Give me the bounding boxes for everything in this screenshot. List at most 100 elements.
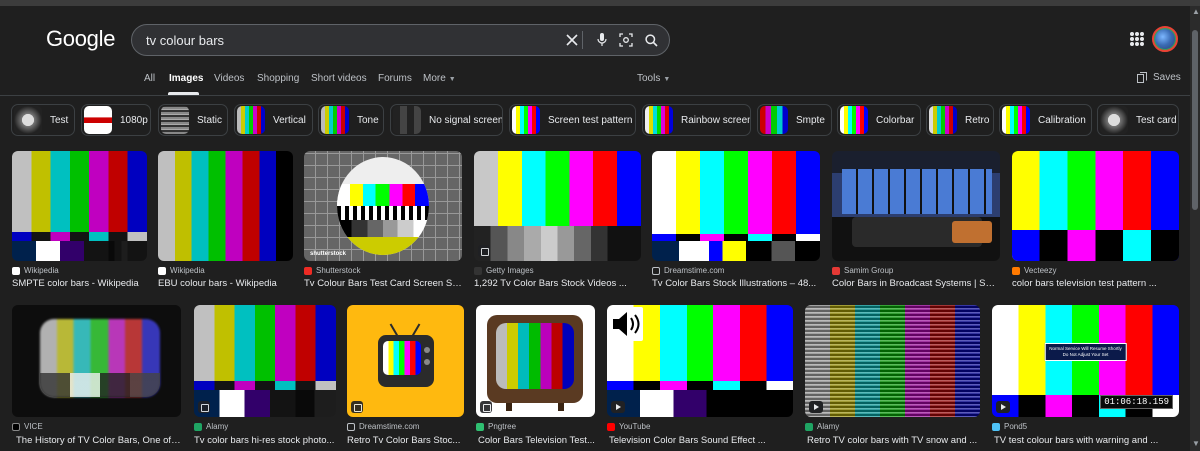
result-title[interactable]: Television Color Bars Sound Effect ...	[609, 435, 793, 446]
image-result[interactable]: Samim Group Color Bars in Broadcast Syst…	[832, 151, 1000, 291]
image-result[interactable]: YouTube Television Color Bars Sound Effe…	[607, 305, 793, 450]
page-scrollbar[interactable]	[1190, 6, 1200, 451]
chip-vertical[interactable]: Vertical	[234, 104, 313, 136]
image-result[interactable]: Vecteezy color bars television test patt…	[1012, 151, 1179, 291]
scrollbar-thumb[interactable]	[1192, 30, 1198, 210]
result-thumbnail	[347, 305, 464, 417]
image-result[interactable]: Alamy Tv color bars hi-res stock photo..…	[194, 305, 336, 450]
chip-test[interactable]: Test	[11, 104, 75, 136]
tab-more[interactable]: More ▼	[423, 73, 456, 84]
image-result[interactable]: Pngtree Color Bars Television Test...	[476, 305, 595, 450]
chip-static[interactable]: Static	[158, 104, 228, 136]
image-result[interactable]: Dreamstime.com Tv Color Bars Stock Illus…	[652, 151, 820, 291]
chip-label: Colorbar	[876, 114, 915, 126]
result-thumbnail	[476, 305, 595, 417]
result-source-name: Alamy	[206, 422, 229, 431]
close-icon[interactable]	[562, 30, 582, 50]
result-thumbnail	[607, 305, 793, 417]
result-title[interactable]: TV test colour bars with warning and ...	[994, 435, 1179, 446]
result-title[interactable]: Tv color bars hi-res stock photo...	[194, 435, 336, 446]
result-title[interactable]: Tv Color Bars Stock Illustrations – 48..…	[652, 278, 820, 289]
tab-videos[interactable]: Videos	[214, 73, 244, 84]
result-source: Alamy	[194, 422, 228, 431]
chip-thumbnail	[929, 106, 957, 134]
result-title[interactable]: Tv Colour Bars Test Card Screen St...	[304, 278, 462, 289]
apps-grid-icon[interactable]	[1130, 32, 1144, 46]
image-result[interactable]: Wikipedia SMPTE color bars - Wikipedia	[12, 151, 147, 291]
alamy-icon	[194, 422, 202, 431]
result-title[interactable]: SMPTE color bars - Wikipedia	[12, 278, 152, 289]
chip-tone[interactable]: Tone	[318, 104, 384, 136]
chip-retro[interactable]: Retro	[926, 104, 994, 136]
result-title[interactable]: Retro Tv Color Bars Stoc...	[347, 435, 464, 446]
chevron-down-icon: ▼	[663, 76, 671, 83]
result-title[interactable]: 1,292 Tv Color Bars Stock Videos ...	[474, 278, 641, 289]
image-result[interactable]: Normal Service Will Resume Shortly Do Not…	[992, 305, 1179, 450]
tab-forums[interactable]: Forums	[378, 73, 412, 84]
watermark-text: shutterstock	[310, 251, 347, 257]
chip-thumbnail	[512, 106, 540, 134]
chip-colorbar[interactable]: Colorbar	[837, 104, 921, 136]
image-result[interactable]: VICE The History of TV Color Bars, One o…	[12, 305, 181, 450]
chip-label: Rainbow screen	[681, 114, 751, 126]
result-title[interactable]: Retro TV color bars with TV snow and ...	[807, 435, 980, 446]
tab-shopping[interactable]: Shopping	[257, 73, 299, 84]
chevron-down-icon: ▼	[448, 76, 456, 83]
chip-1080p[interactable]: 1080p	[81, 104, 151, 136]
result-source: Dreamstime.com	[652, 266, 724, 275]
chip-thumbnail	[321, 106, 349, 134]
result-title[interactable]: color bars television test pattern ...	[1012, 278, 1179, 289]
chip-label: Calibration	[1038, 114, 1086, 126]
search-input[interactable]: tv colour bars	[146, 33, 224, 48]
google-logo[interactable]: Google	[46, 26, 115, 52]
result-source: YouTube	[607, 422, 650, 431]
browser-top-strip	[0, 0, 1200, 6]
tab-images[interactable]: Images	[169, 73, 203, 84]
tab-all[interactable]: All	[144, 73, 155, 84]
microphone-icon[interactable]	[592, 30, 612, 50]
saves-button[interactable]: Saves	[1137, 72, 1181, 83]
image-result[interactable]: shutterstock Shutterstock Tv Colour Bars…	[304, 151, 462, 291]
result-title[interactable]: Color Bars Television Test...	[478, 435, 595, 446]
search-box[interactable]: tv colour bars	[131, 24, 670, 56]
chip-no-signal-screen[interactable]: No signal screen	[390, 104, 503, 136]
image-result[interactable]: Getty Images 1,292 Tv Color Bars Stock V…	[474, 151, 641, 291]
search-icon[interactable]	[641, 30, 661, 50]
chip-thumbnail	[237, 106, 265, 134]
youtube-icon	[607, 422, 615, 431]
chip-screen-test-pattern[interactable]: Screen test pattern	[509, 104, 636, 136]
chip-calibration[interactable]: Calibration	[999, 104, 1092, 136]
scroll-up-arrow-icon[interactable]: ▲	[1192, 8, 1200, 16]
warning-line-2: Do Not Adjust Your Set	[1062, 352, 1109, 358]
result-title[interactable]: EBU colour bars - Wikipedia	[158, 278, 298, 289]
image-result[interactable]: Dreamstime.com Retro Tv Color Bars Stoc.…	[347, 305, 464, 450]
chip-rainbow-screen[interactable]: Rainbow screen	[642, 104, 751, 136]
timecode: 01:06:18.159	[1100, 395, 1173, 409]
chip-smpte[interactable]: Smpte	[757, 104, 832, 136]
result-source-name: Getty Images	[486, 266, 534, 275]
chip-label: Retro	[965, 114, 990, 126]
chip-label: Screen test pattern	[548, 114, 633, 126]
result-title[interactable]: Color Bars in Broadcast Systems | Sa...	[832, 278, 995, 289]
dreamstime-icon	[652, 266, 660, 275]
chip-label: Test card	[1136, 114, 1177, 126]
tab-short-videos[interactable]: Short videos	[311, 73, 367, 84]
avatar[interactable]	[1152, 26, 1178, 52]
chip-label: Tone	[357, 114, 379, 126]
result-title[interactable]: The History of TV Color Bars, One of ...	[16, 435, 181, 446]
google-images-page: Google tv colour bars All Images Videos …	[0, 0, 1200, 451]
wikipedia-icon	[158, 266, 166, 275]
image-result[interactable]: Alamy Retro TV color bars with TV snow a…	[805, 305, 980, 450]
chip-test-card[interactable]: Test card	[1097, 104, 1179, 136]
tools-button[interactable]: Tools ▼	[637, 73, 670, 84]
warning-overlay: Normal Service Will Resume Shortly Do Not…	[1044, 343, 1127, 362]
tools-label: Tools	[637, 73, 661, 84]
camera-lens-icon[interactable]	[616, 30, 636, 50]
result-source-name: Dreamstime.com	[664, 266, 725, 275]
speaker-icon	[609, 307, 643, 341]
search-divider	[582, 31, 583, 49]
scroll-down-arrow-icon[interactable]: ▼	[1192, 440, 1200, 448]
chip-label: Test	[50, 114, 69, 126]
image-result[interactable]: Wikipedia EBU colour bars - Wikipedia	[158, 151, 293, 291]
chip-label: Static	[197, 114, 223, 126]
